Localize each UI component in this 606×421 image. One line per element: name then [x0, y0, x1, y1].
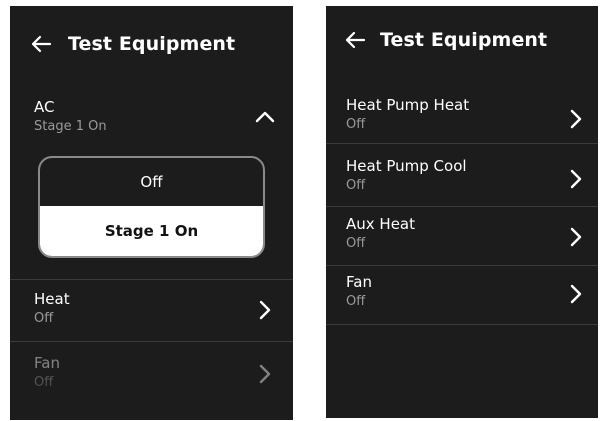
item-status: Off	[34, 311, 54, 326]
test-equipment-screen-right: Test Equipment Heat Pump Heat Off Heat P…	[326, 6, 598, 418]
divider	[10, 341, 293, 342]
chevron-right-icon[interactable]	[569, 108, 583, 130]
item-status: Off	[346, 294, 366, 309]
item-label: Heat Pump Cool	[346, 157, 467, 175]
chevron-right-icon[interactable]	[569, 226, 583, 248]
page-title: Test Equipment	[380, 29, 548, 51]
chevron-right-icon[interactable]	[569, 283, 583, 305]
option-off[interactable]: Off	[40, 158, 263, 206]
item-label: Aux Heat	[346, 215, 415, 233]
chevron-up-icon[interactable]	[254, 110, 276, 124]
option-stage-1-on-selected[interactable]: Stage 1 On	[40, 206, 263, 256]
item-label: AC	[34, 98, 55, 116]
divider	[326, 265, 598, 266]
divider	[326, 206, 598, 207]
chevron-right-icon[interactable]	[569, 168, 583, 190]
header: Test Equipment	[10, 28, 293, 60]
list-item-heat[interactable]: Heat Off	[34, 290, 70, 327]
list-item-fan[interactable]: Fan Off	[346, 273, 372, 310]
item-status: Off	[346, 178, 366, 193]
test-equipment-screen-left: Test Equipment AC Stage 1 On Off Stage 1…	[10, 6, 293, 420]
divider	[326, 143, 598, 144]
scroll-fade	[10, 380, 293, 420]
item-label: Heat	[34, 290, 70, 308]
divider	[326, 324, 598, 325]
header: Test Equipment	[326, 24, 598, 56]
list-item-aux-heat[interactable]: Aux Heat Off	[346, 215, 415, 252]
item-status: Stage 1 On	[34, 119, 107, 134]
item-label: Heat Pump Heat	[346, 96, 470, 114]
divider	[10, 279, 293, 280]
back-arrow-icon[interactable]	[30, 33, 52, 55]
item-status: Off	[346, 236, 366, 251]
item-label: Fan	[34, 354, 60, 372]
back-arrow-icon[interactable]	[344, 29, 366, 51]
item-status: Off	[346, 117, 366, 132]
chevron-right-icon[interactable]	[258, 299, 272, 321]
list-item-heat-pump-heat[interactable]: Heat Pump Heat Off	[346, 96, 469, 133]
list-item-ac[interactable]: AC Stage 1 On	[34, 98, 107, 135]
page-title: Test Equipment	[68, 33, 236, 55]
item-label: Fan	[346, 273, 372, 291]
list-item-heat-pump-cool[interactable]: Heat Pump Cool Off	[346, 157, 467, 194]
ac-mode-dropdown[interactable]: Off Stage 1 On	[38, 156, 265, 258]
